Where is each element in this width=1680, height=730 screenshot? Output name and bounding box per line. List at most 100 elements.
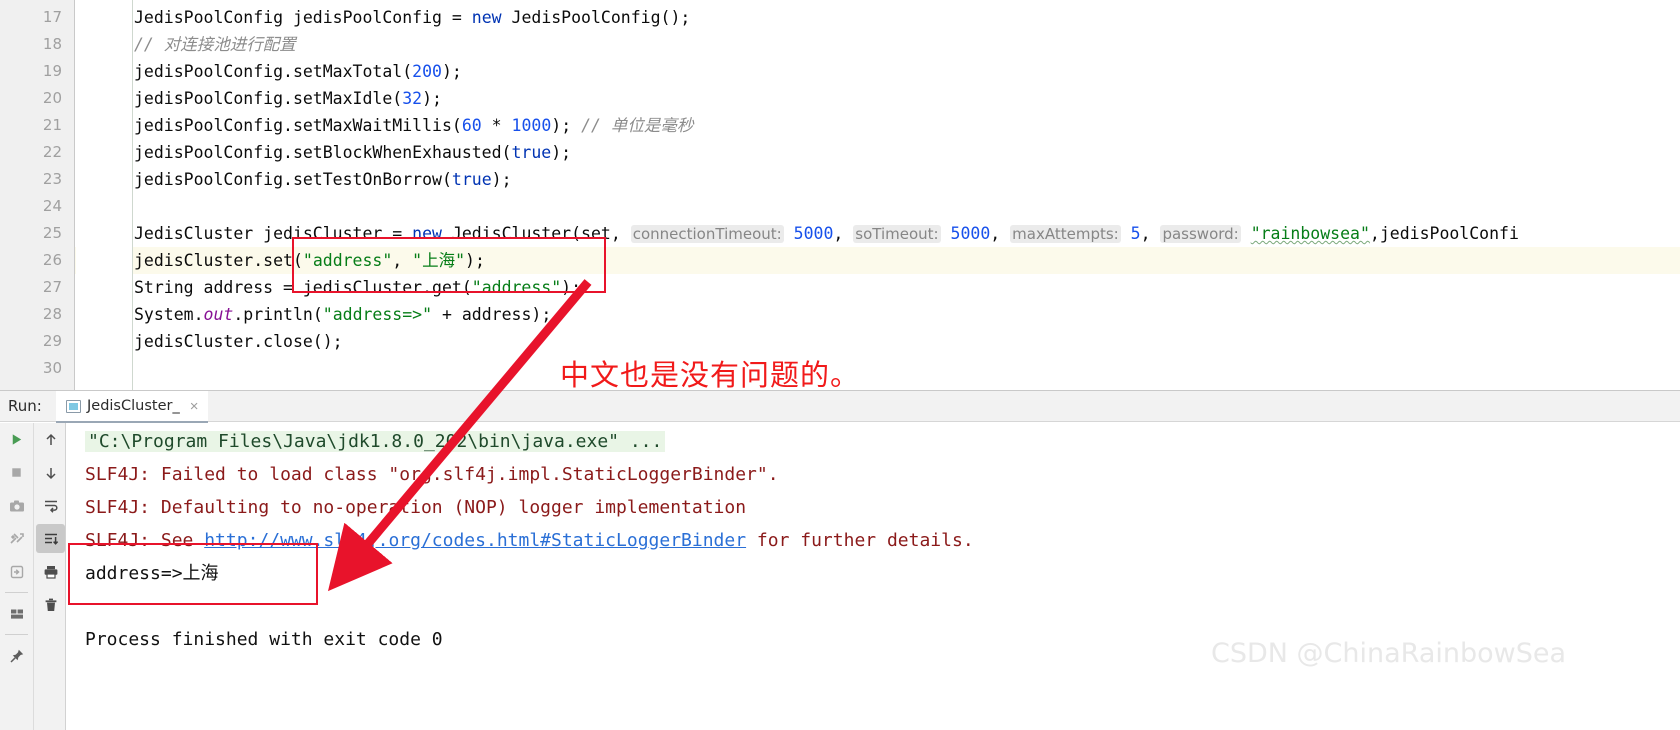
pin-tab-icon[interactable] <box>0 639 33 672</box>
run-toolbar[interactable] <box>0 423 66 730</box>
code-token: out <box>203 305 234 324</box>
console-error-text: SLF4J: See <box>85 530 205 551</box>
line-number: 17 <box>42 8 62 26</box>
scroll-to-end-icon[interactable] <box>36 524 65 553</box>
console-line: SLF4J: Failed to load class "org.slf4j.i… <box>85 458 779 491</box>
layout-settings-icon[interactable] <box>0 597 33 630</box>
code-token: JedisPoolConfig(); <box>501 8 691 27</box>
toolbar-separator <box>5 634 28 635</box>
screenshot-icon[interactable] <box>0 489 33 522</box>
run-tab-label: JedisCluster_ <box>87 398 180 414</box>
code-token: jedisCluster.set( <box>134 251 303 270</box>
line-number: 28 <box>42 305 62 323</box>
close-icon[interactable]: × <box>190 398 199 415</box>
code-token: 32 <box>402 89 423 108</box>
code-token: ); <box>441 62 462 81</box>
console-output[interactable]: "C:\Program Files\Java\jdk1.8.0_202\bin\… <box>67 423 1680 730</box>
rerun-icon[interactable] <box>0 423 33 456</box>
code-token: ,jedisPoolConfi <box>1369 224 1519 243</box>
code-line[interactable]: JedisCluster jedisCluster = new JedisClu… <box>134 220 1519 247</box>
parameter-hint: connectionTimeout: <box>630 225 784 243</box>
toolbar-separator <box>5 592 28 593</box>
console-line: Process finished with exit code 0 <box>85 623 443 656</box>
code-token: ); <box>551 143 572 162</box>
run-tool-window[interactable]: Run: JedisCluster_ × "C:\Program Files\J… <box>0 390 1680 730</box>
line-number: 29 <box>42 332 62 350</box>
dump-threads-icon[interactable] <box>0 522 33 555</box>
console-error-text: SLF4J: Defaulting to no-operation (NOP) … <box>85 497 747 518</box>
code-token: JedisCluster jedisCluster = <box>134 224 413 243</box>
console-command: "C:\Program Files\Java\jdk1.8.0_202\bin\… <box>85 431 666 452</box>
code-token: 5 <box>1130 224 1141 243</box>
code-token: , <box>990 224 1011 243</box>
code-token: new <box>412 224 442 243</box>
soft-wrap-icon[interactable] <box>34 489 67 522</box>
code-token: true <box>511 143 552 162</box>
console-line: SLF4J: See http://www.slf4j.org/codes.ht… <box>85 524 974 557</box>
line-number: 30 <box>42 359 62 377</box>
line-number: 25 <box>42 224 62 242</box>
code-line[interactable]: jedisPoolConfig.setMaxIdle(32); <box>134 85 442 112</box>
run-label: Run: <box>8 397 42 415</box>
code-token: true <box>451 170 492 189</box>
code-token: * <box>481 116 512 135</box>
line-number: 20 <box>42 89 62 107</box>
clear-all-icon[interactable] <box>34 588 67 621</box>
code-token: "address" <box>302 251 393 270</box>
run-tool-window-header: Run: JedisCluster_ × <box>0 390 1680 423</box>
console-line: address=>上海 <box>85 557 219 590</box>
ide-window: 17 18 19 20 21 22 23 24 25 26 27 28 29 30 JedisPoolCo… <box>0 0 1680 730</box>
code-line[interactable]: System.out.println("address=>" + address… <box>134 301 551 328</box>
console-hyperlink[interactable]: http://www.slf4j.org/codes.html#StaticLo… <box>204 530 746 551</box>
code-token: new <box>471 8 502 27</box>
code-token: // 单位是毫秒 <box>581 116 694 135</box>
code-line[interactable]: jedisPoolConfig.setMaxTotal(200); <box>134 58 462 85</box>
code-token: JedisCluster(set, <box>441 224 631 243</box>
line-number: 26 <box>42 251 62 269</box>
down-the-stack-trace-icon[interactable] <box>34 456 67 489</box>
run-toolbar-left-column[interactable] <box>0 423 33 730</box>
code-token: jedisPoolConfig.setMaxIdle( <box>134 89 403 108</box>
line-number: 22 <box>42 143 62 161</box>
code-line[interactable]: // 对连接池进行配置 <box>134 31 296 58</box>
code-token: 1000 <box>511 116 552 135</box>
code-line[interactable]: jedisPoolConfig.setMaxWaitMillis(60 * 10… <box>134 112 693 139</box>
code-line[interactable]: JedisPoolConfig jedisPoolConfig = new Je… <box>134 4 690 31</box>
restore-layout-icon[interactable] <box>0 555 33 588</box>
code-token: + address); <box>432 305 552 324</box>
code-token: ); <box>551 116 582 135</box>
code-token: , <box>392 251 413 270</box>
code-token: 60 <box>461 116 482 135</box>
parameter-hint: soTimeout: <box>853 225 941 243</box>
code-line[interactable]: jedisPoolConfig.setBlockWhenExhausted(tr… <box>134 139 571 166</box>
up-the-stack-trace-icon[interactable] <box>34 423 67 456</box>
code-token: jedisCluster.close(); <box>134 332 343 351</box>
code-token: JedisPoolConfig jedisPoolConfig = <box>134 8 472 27</box>
console-stdout: Process finished with exit code 0 <box>85 629 443 650</box>
code-token: 5000 <box>950 224 991 243</box>
run-toolbar-right-column[interactable] <box>33 423 66 730</box>
editor-fold-gutter[interactable] <box>76 0 133 390</box>
code-line[interactable]: jedisPoolConfig.setTestOnBorrow(true); <box>134 166 512 193</box>
print-icon[interactable] <box>34 555 67 588</box>
code-editor[interactable]: 17 18 19 20 21 22 23 24 25 26 27 28 29 30 JedisPoolCo… <box>0 0 1680 390</box>
parameter-hint: maxAttempts: <box>1010 225 1121 243</box>
code-line[interactable]: jedisCluster.close(); <box>134 328 343 355</box>
console-error-text: for further details. <box>746 530 974 551</box>
code-token: "rainbowsea" <box>1250 224 1370 243</box>
code-token: "上海" <box>412 251 466 270</box>
console-stdout: address=>上海 <box>85 563 219 584</box>
watermark: CSDN @ChinaRainbowSea <box>1211 638 1567 669</box>
code-line[interactable]: jedisCluster.set("address", "上海"); <box>134 247 485 274</box>
code-line[interactable]: String address = jedisCluster.get("addre… <box>134 274 581 301</box>
run-tab-jediscluster[interactable]: JedisCluster_ × <box>56 391 209 423</box>
editor-line-number-gutter[interactable]: 17 18 19 20 21 22 23 24 25 26 27 28 29 30 <box>0 0 75 390</box>
stop-icon[interactable] <box>0 456 33 489</box>
code-token: , <box>833 224 854 243</box>
code-token: "address=>" <box>322 305 433 324</box>
code-token: jedisPoolConfig.setMaxWaitMillis( <box>134 116 462 135</box>
